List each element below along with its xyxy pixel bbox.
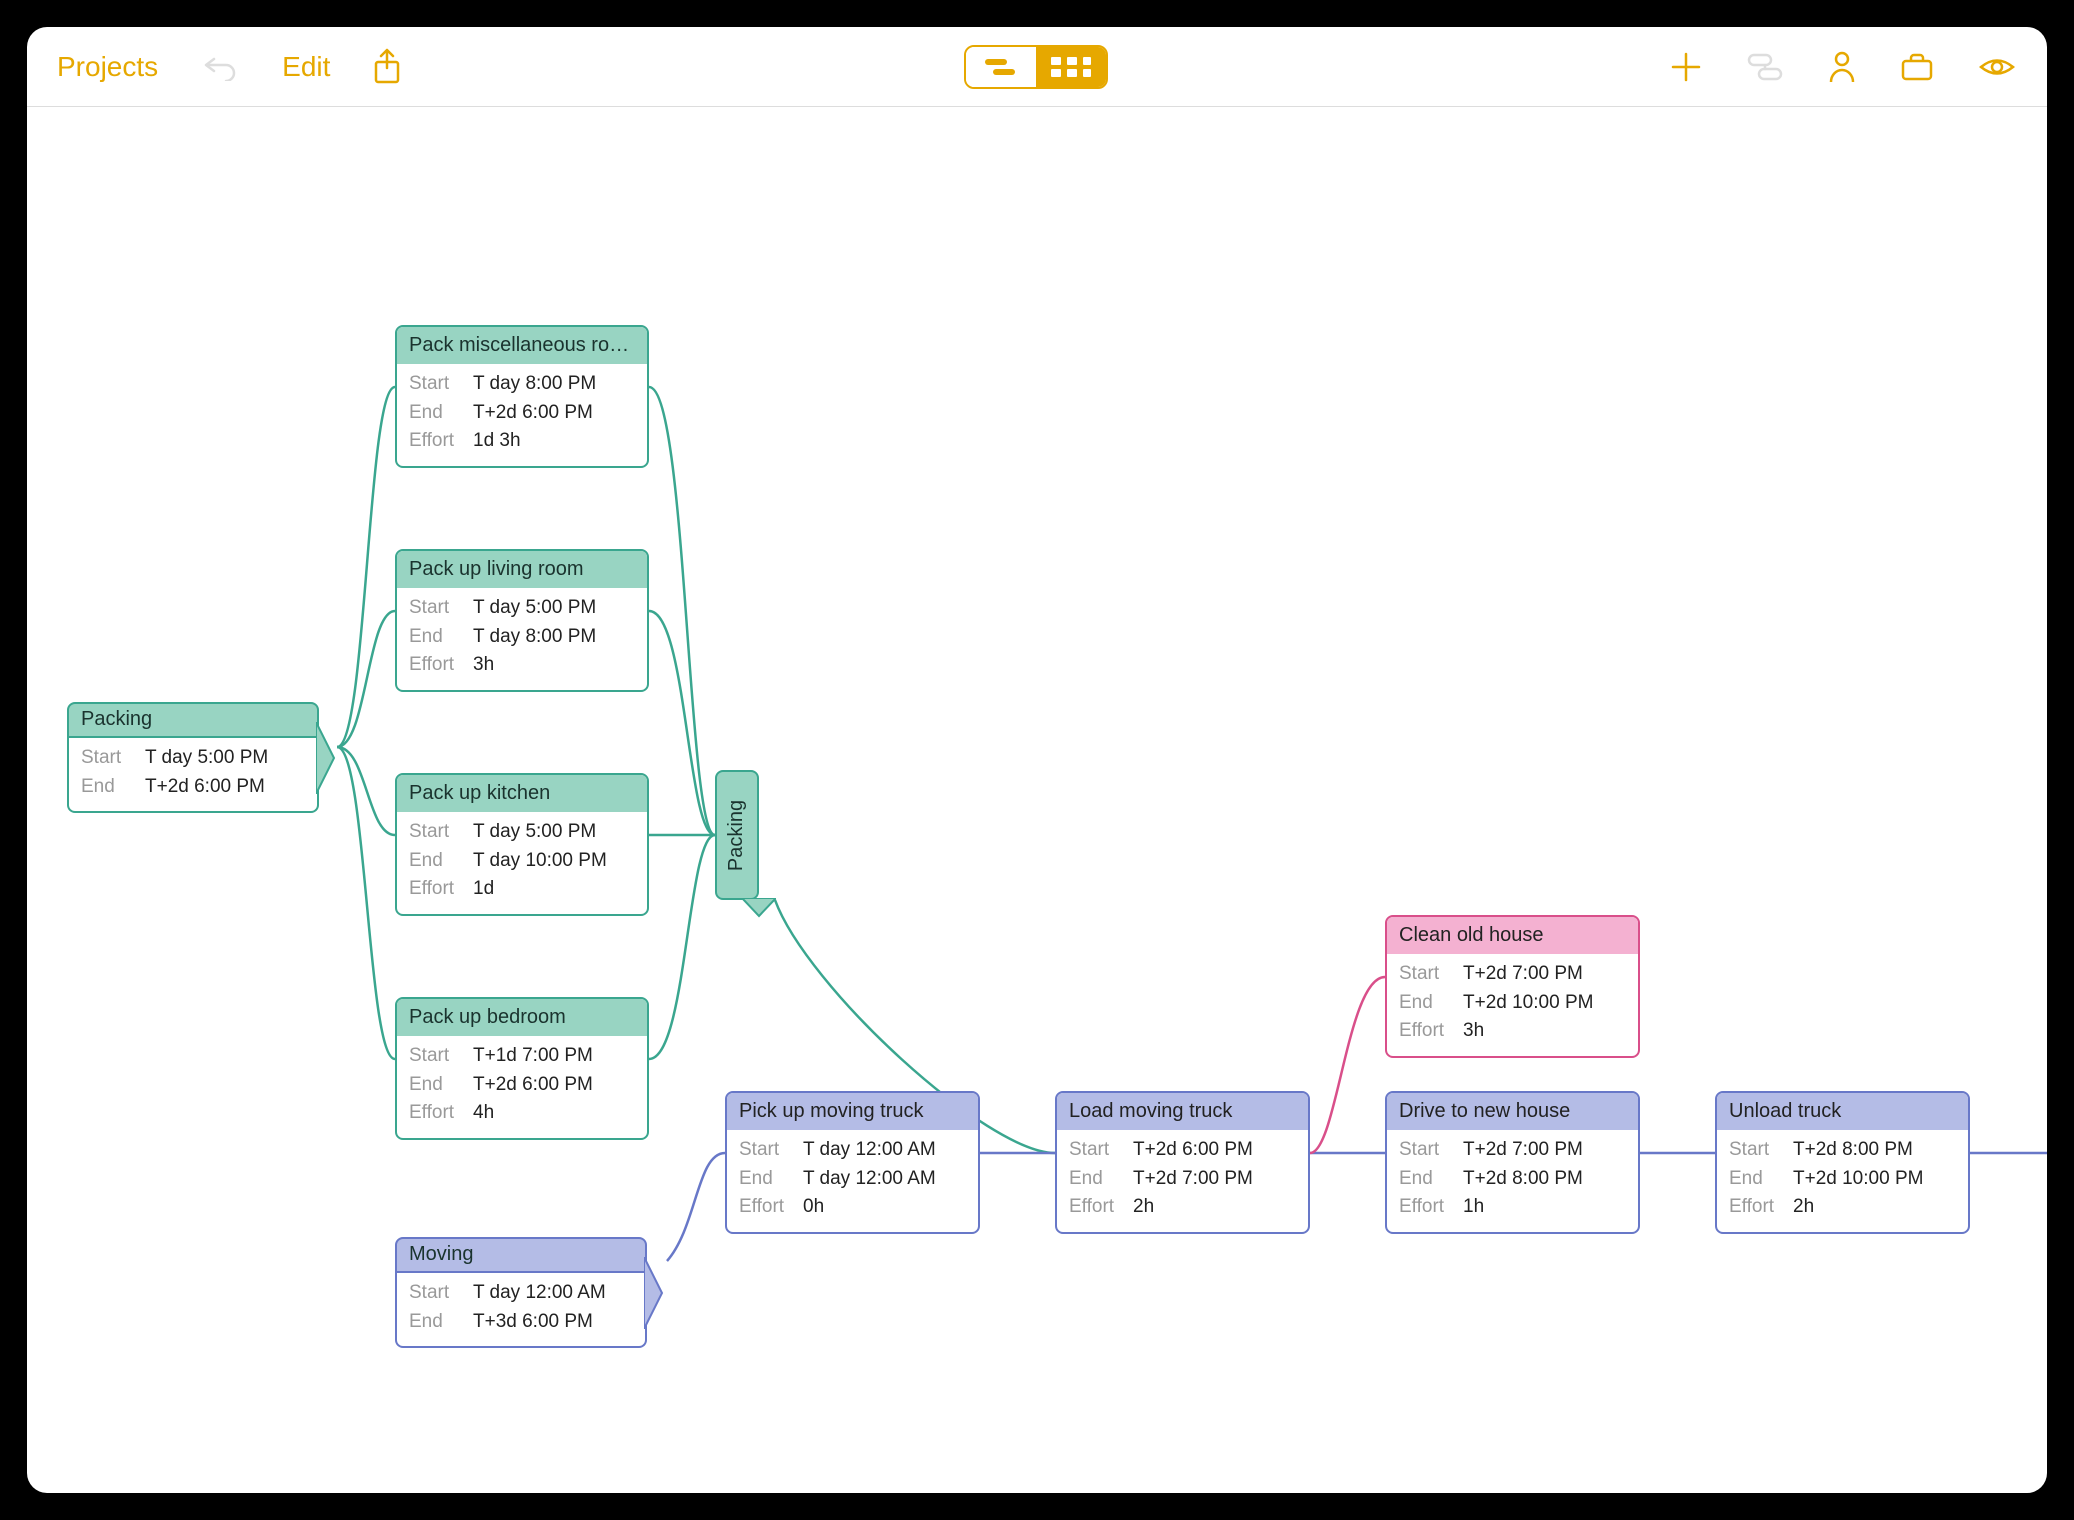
task-unload[interactable]: Unload truck StartT+2d 8:00 PM EndT+2d 1… xyxy=(1715,1091,1970,1234)
task-bedroom[interactable]: Pack up bedroom StartT+1d 7:00 PM EndT+2… xyxy=(395,997,649,1140)
group-packing[interactable]: Packing StartT day 5:00 PM EndT+2d 6:00 … xyxy=(67,702,319,813)
view-mode-segmented[interactable] xyxy=(964,45,1108,89)
chevron-right-icon xyxy=(644,1257,664,1329)
share-icon[interactable] xyxy=(372,48,402,86)
task-kitchen[interactable]: Pack up kitchen StartT day 5:00 PM EndT … xyxy=(395,773,649,916)
add-icon[interactable] xyxy=(1669,50,1703,84)
task-drive[interactable]: Drive to new house StartT+2d 7:00 PM End… xyxy=(1385,1091,1640,1234)
briefcase-icon[interactable] xyxy=(1899,52,1935,82)
app-window: Projects Edit xyxy=(27,27,2047,1493)
network-canvas[interactable]: Packing StartT day 5:00 PM EndT+2d 6:00 … xyxy=(27,107,2047,1493)
view-mode-network[interactable] xyxy=(1036,47,1106,87)
task-pickup[interactable]: Pick up moving truck StartT day 12:00 AM… xyxy=(725,1091,980,1234)
eye-icon[interactable] xyxy=(1977,54,2017,80)
task-living[interactable]: Pack up living room StartT day 5:00 PM E… xyxy=(395,549,649,692)
edit-button[interactable]: Edit xyxy=(282,51,330,83)
projects-button[interactable]: Projects xyxy=(57,51,158,83)
toolbar: Projects Edit xyxy=(27,27,2047,107)
chevron-down-icon xyxy=(742,898,776,918)
group-moving[interactable]: Moving StartT day 12:00 AM EndT+3d 6:00 … xyxy=(395,1237,647,1348)
task-load[interactable]: Load moving truck StartT+2d 6:00 PM EndT… xyxy=(1055,1091,1310,1234)
link-icon[interactable] xyxy=(1745,51,1785,83)
person-icon[interactable] xyxy=(1827,50,1857,84)
task-clean[interactable]: Clean old house StartT+2d 7:00 PM EndT+2… xyxy=(1385,915,1640,1058)
undo-icon[interactable] xyxy=(200,53,240,81)
task-misc[interactable]: Pack miscellaneous ro… StartT day 8:00 P… xyxy=(395,325,649,468)
milestone-packing[interactable]: Packing xyxy=(715,770,759,900)
chevron-right-icon xyxy=(316,722,336,794)
view-mode-outline[interactable] xyxy=(966,47,1036,87)
group-packing-title: Packing xyxy=(67,702,319,738)
group-moving-title: Moving xyxy=(395,1237,647,1273)
